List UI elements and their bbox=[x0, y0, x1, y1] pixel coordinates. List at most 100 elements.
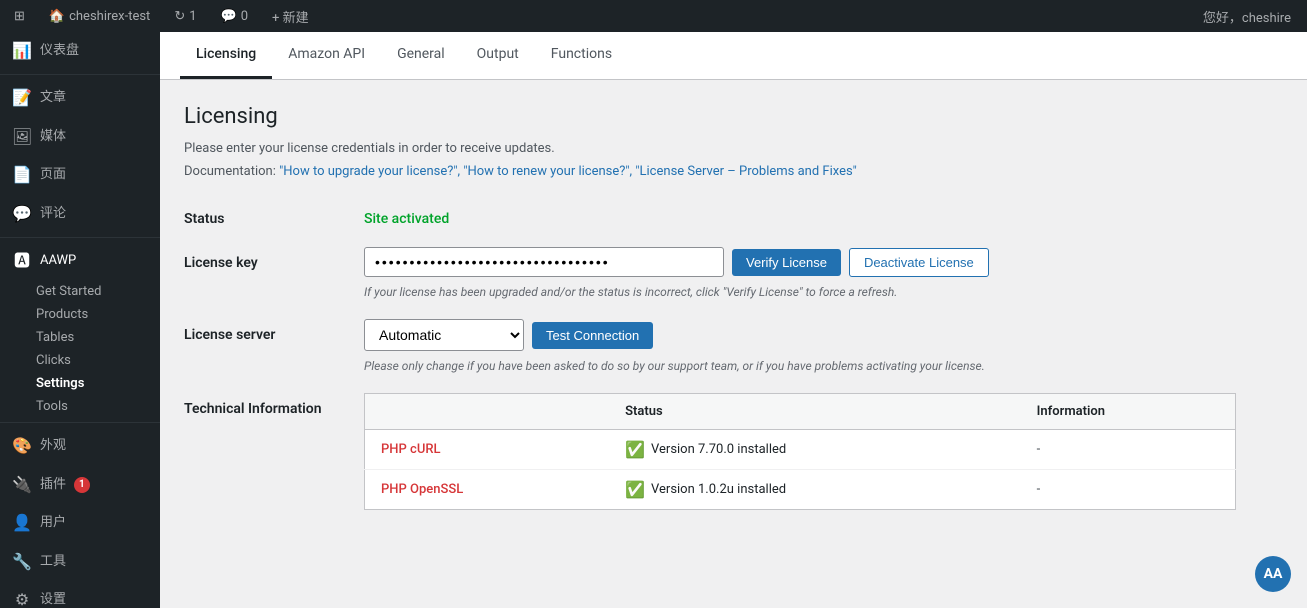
comments-sidebar-icon: 💬 bbox=[12, 203, 32, 225]
site-name-label: cheshirex-test bbox=[69, 9, 150, 24]
appearance-label: 外观 bbox=[40, 437, 66, 455]
sidebar-sub-tables[interactable]: Tables bbox=[0, 326, 160, 349]
clicks-label: Clicks bbox=[36, 353, 71, 368]
plugins-label: 插件 bbox=[40, 476, 66, 494]
new-button[interactable]: + 新建 bbox=[266, 0, 315, 32]
table-row: PHP cURL ✅ Version 7.70.0 installed - bbox=[365, 430, 1236, 470]
sidebar-item-global-settings[interactable]: ⚙ 设置 bbox=[0, 581, 160, 608]
media-icon: 🖼 bbox=[12, 126, 32, 148]
doc-links: Documentation: "How to upgrade your lice… bbox=[184, 164, 1236, 179]
tech-col-status: Status bbox=[609, 394, 1021, 430]
sidebar-item-pages[interactable]: 📄 页面 bbox=[0, 156, 160, 194]
tech-name-curl: PHP cURL bbox=[365, 430, 610, 470]
sidebar-item-plugins[interactable]: 🔌 插件 1 bbox=[0, 466, 160, 504]
server-select[interactable]: Automatic Server 1 Server 2 bbox=[364, 319, 524, 351]
tab-general[interactable]: General bbox=[381, 32, 461, 79]
tech-status-openssl: ✅ Version 1.0.2u installed bbox=[609, 470, 1021, 510]
tab-licensing[interactable]: Licensing bbox=[180, 32, 272, 79]
doc-link-renew[interactable]: "How to renew your license?", bbox=[463, 164, 632, 179]
sidebar-divider-1 bbox=[0, 74, 160, 75]
greeting: 您好，cheshire bbox=[1203, 7, 1299, 26]
sidebar-item-appearance[interactable]: 🎨 外观 bbox=[0, 427, 160, 465]
users-icon: 👤 bbox=[12, 512, 32, 534]
tech-info-label: Technical Information bbox=[184, 393, 364, 417]
products-label: Products bbox=[36, 307, 88, 322]
site-name-button[interactable]: 🏠 cheshirex-test bbox=[43, 0, 156, 32]
wp-logo-icon: ⊞ bbox=[14, 9, 25, 24]
tab-output[interactable]: Output bbox=[461, 32, 535, 79]
doc-link-upgrade[interactable]: "How to upgrade your license?", bbox=[279, 164, 460, 179]
license-key-input-row: Verify License Deactivate License bbox=[364, 247, 1236, 277]
aawp-label: AAWP bbox=[40, 252, 76, 270]
comments-count: 0 bbox=[241, 9, 248, 24]
sidebar-item-users[interactable]: 👤 用户 bbox=[0, 504, 160, 542]
sidebar-sub-tools[interactable]: Tools bbox=[0, 395, 160, 418]
server-help-text: Please only change if you have been aske… bbox=[364, 359, 1236, 373]
appearance-icon: 🎨 bbox=[12, 435, 32, 457]
sidebar: 📊 仪表盘 📝 文章 🖼 媒体 📄 页面 💬 评论 🅰 AAWP Get Sta… bbox=[0, 32, 160, 608]
license-server-field: Automatic Server 1 Server 2 Test Connect… bbox=[364, 319, 1236, 373]
page-title: Licensing bbox=[184, 104, 1236, 129]
doc-link-problems[interactable]: "License Server – Problems and Fixes" bbox=[635, 164, 856, 179]
get-started-label: Get Started bbox=[36, 284, 101, 299]
comments-button[interactable]: 💬 0 bbox=[215, 0, 255, 32]
sidebar-sub-clicks[interactable]: Clicks bbox=[0, 349, 160, 372]
tech-info-curl: - bbox=[1021, 430, 1236, 470]
status-ok-curl: ✅ Version 7.70.0 installed bbox=[625, 440, 1005, 459]
status-label: Status bbox=[184, 203, 364, 227]
user-avatar[interactable]: AA bbox=[1255, 556, 1291, 592]
sidebar-divider-3 bbox=[0, 422, 160, 423]
sidebar-item-aawp[interactable]: 🅰 AAWP bbox=[0, 242, 160, 280]
check-icon-openssl: ✅ bbox=[625, 480, 645, 499]
sidebar-sub-get-started[interactable]: Get Started bbox=[0, 280, 160, 303]
new-label: + 新建 bbox=[272, 7, 309, 26]
check-icon-curl: ✅ bbox=[625, 440, 645, 459]
admin-bar: ⊞ 🏠 cheshirex-test ↻ 1 💬 0 + 新建 您好，chesh… bbox=[0, 0, 1307, 32]
tab-amazon-api[interactable]: Amazon API bbox=[272, 32, 381, 79]
wp-logo-button[interactable]: ⊞ bbox=[8, 0, 31, 32]
tech-table-head: Status Information bbox=[365, 394, 1236, 430]
verify-license-button[interactable]: Verify License bbox=[732, 249, 841, 276]
refresh-icon: ↻ bbox=[174, 9, 185, 24]
media-label: 媒体 bbox=[40, 128, 66, 146]
updates-count: 1 bbox=[189, 9, 196, 24]
tech-info-field: Status Information PHP cURL ✅ bbox=[364, 393, 1236, 510]
sidebar-item-posts[interactable]: 📝 文章 bbox=[0, 79, 160, 117]
tools-label: 工具 bbox=[40, 553, 66, 571]
deactivate-license-button[interactable]: Deactivate License bbox=[849, 248, 989, 277]
sidebar-sub-settings[interactable]: Settings bbox=[0, 372, 160, 395]
license-key-row: License key Verify License Deactivate Li… bbox=[184, 247, 1236, 299]
tabs-bar: Licensing Amazon API General Output Func… bbox=[160, 32, 1307, 80]
sidebar-item-media[interactable]: 🖼 媒体 bbox=[0, 118, 160, 156]
tech-table-body: PHP cURL ✅ Version 7.70.0 installed - bbox=[365, 430, 1236, 510]
tech-status-curl: ✅ Version 7.70.0 installed bbox=[609, 430, 1021, 470]
tools-icon: 🔧 bbox=[12, 551, 32, 573]
sidebar-divider-2 bbox=[0, 237, 160, 238]
status-field: Site activated bbox=[364, 203, 1236, 227]
comments-sidebar-label: 评论 bbox=[40, 205, 66, 223]
tab-functions[interactable]: Functions bbox=[535, 32, 628, 79]
aawp-icon: 🅰 bbox=[12, 250, 32, 272]
main-content: Licensing Amazon API General Output Func… bbox=[160, 32, 1307, 608]
home-icon: 🏠 bbox=[49, 9, 65, 24]
updates-button[interactable]: ↻ 1 bbox=[168, 0, 202, 32]
tables-label: Tables bbox=[36, 330, 74, 345]
license-key-input[interactable] bbox=[364, 247, 724, 277]
sidebar-item-dashboard[interactable]: 📊 仪表盘 bbox=[0, 32, 160, 70]
sidebar-sub-products[interactable]: Products bbox=[0, 303, 160, 326]
global-settings-label: 设置 bbox=[40, 591, 66, 608]
sidebar-item-comments[interactable]: 💬 评论 bbox=[0, 195, 160, 233]
plugins-icon: 🔌 bbox=[12, 474, 32, 496]
users-label: 用户 bbox=[40, 514, 66, 532]
tools-sub-label: Tools bbox=[36, 399, 68, 414]
dashboard-icon: 📊 bbox=[12, 40, 32, 62]
settings-sub-label: Settings bbox=[36, 376, 84, 391]
server-input-row: Automatic Server 1 Server 2 Test Connect… bbox=[364, 319, 1236, 351]
sidebar-item-tools[interactable]: 🔧 工具 bbox=[0, 543, 160, 581]
tech-table-header-row: Status Information bbox=[365, 394, 1236, 430]
license-server-label: License server bbox=[184, 319, 364, 343]
plugins-badge: 1 bbox=[74, 477, 90, 493]
test-connection-button[interactable]: Test Connection bbox=[532, 322, 653, 349]
posts-icon: 📝 bbox=[12, 87, 32, 109]
tech-name-openssl: PHP OpenSSL bbox=[365, 470, 610, 510]
